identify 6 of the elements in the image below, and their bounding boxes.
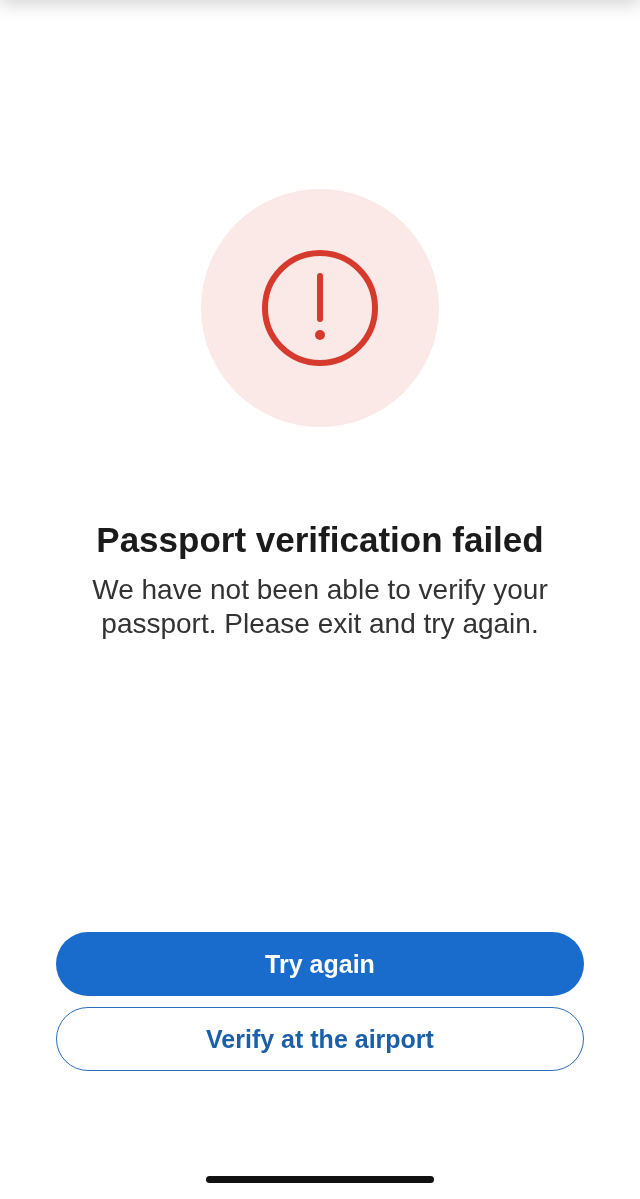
error-message: We have not been able to verify your passport. Please exit and try again. — [91, 573, 549, 641]
exclamation-icon — [261, 249, 379, 367]
verify-airport-button[interactable]: Verify at the airport — [56, 1007, 584, 1071]
home-indicator[interactable] — [206, 1176, 434, 1183]
try-again-button[interactable]: Try again — [56, 932, 584, 996]
error-title: Passport verification failed — [96, 520, 544, 560]
